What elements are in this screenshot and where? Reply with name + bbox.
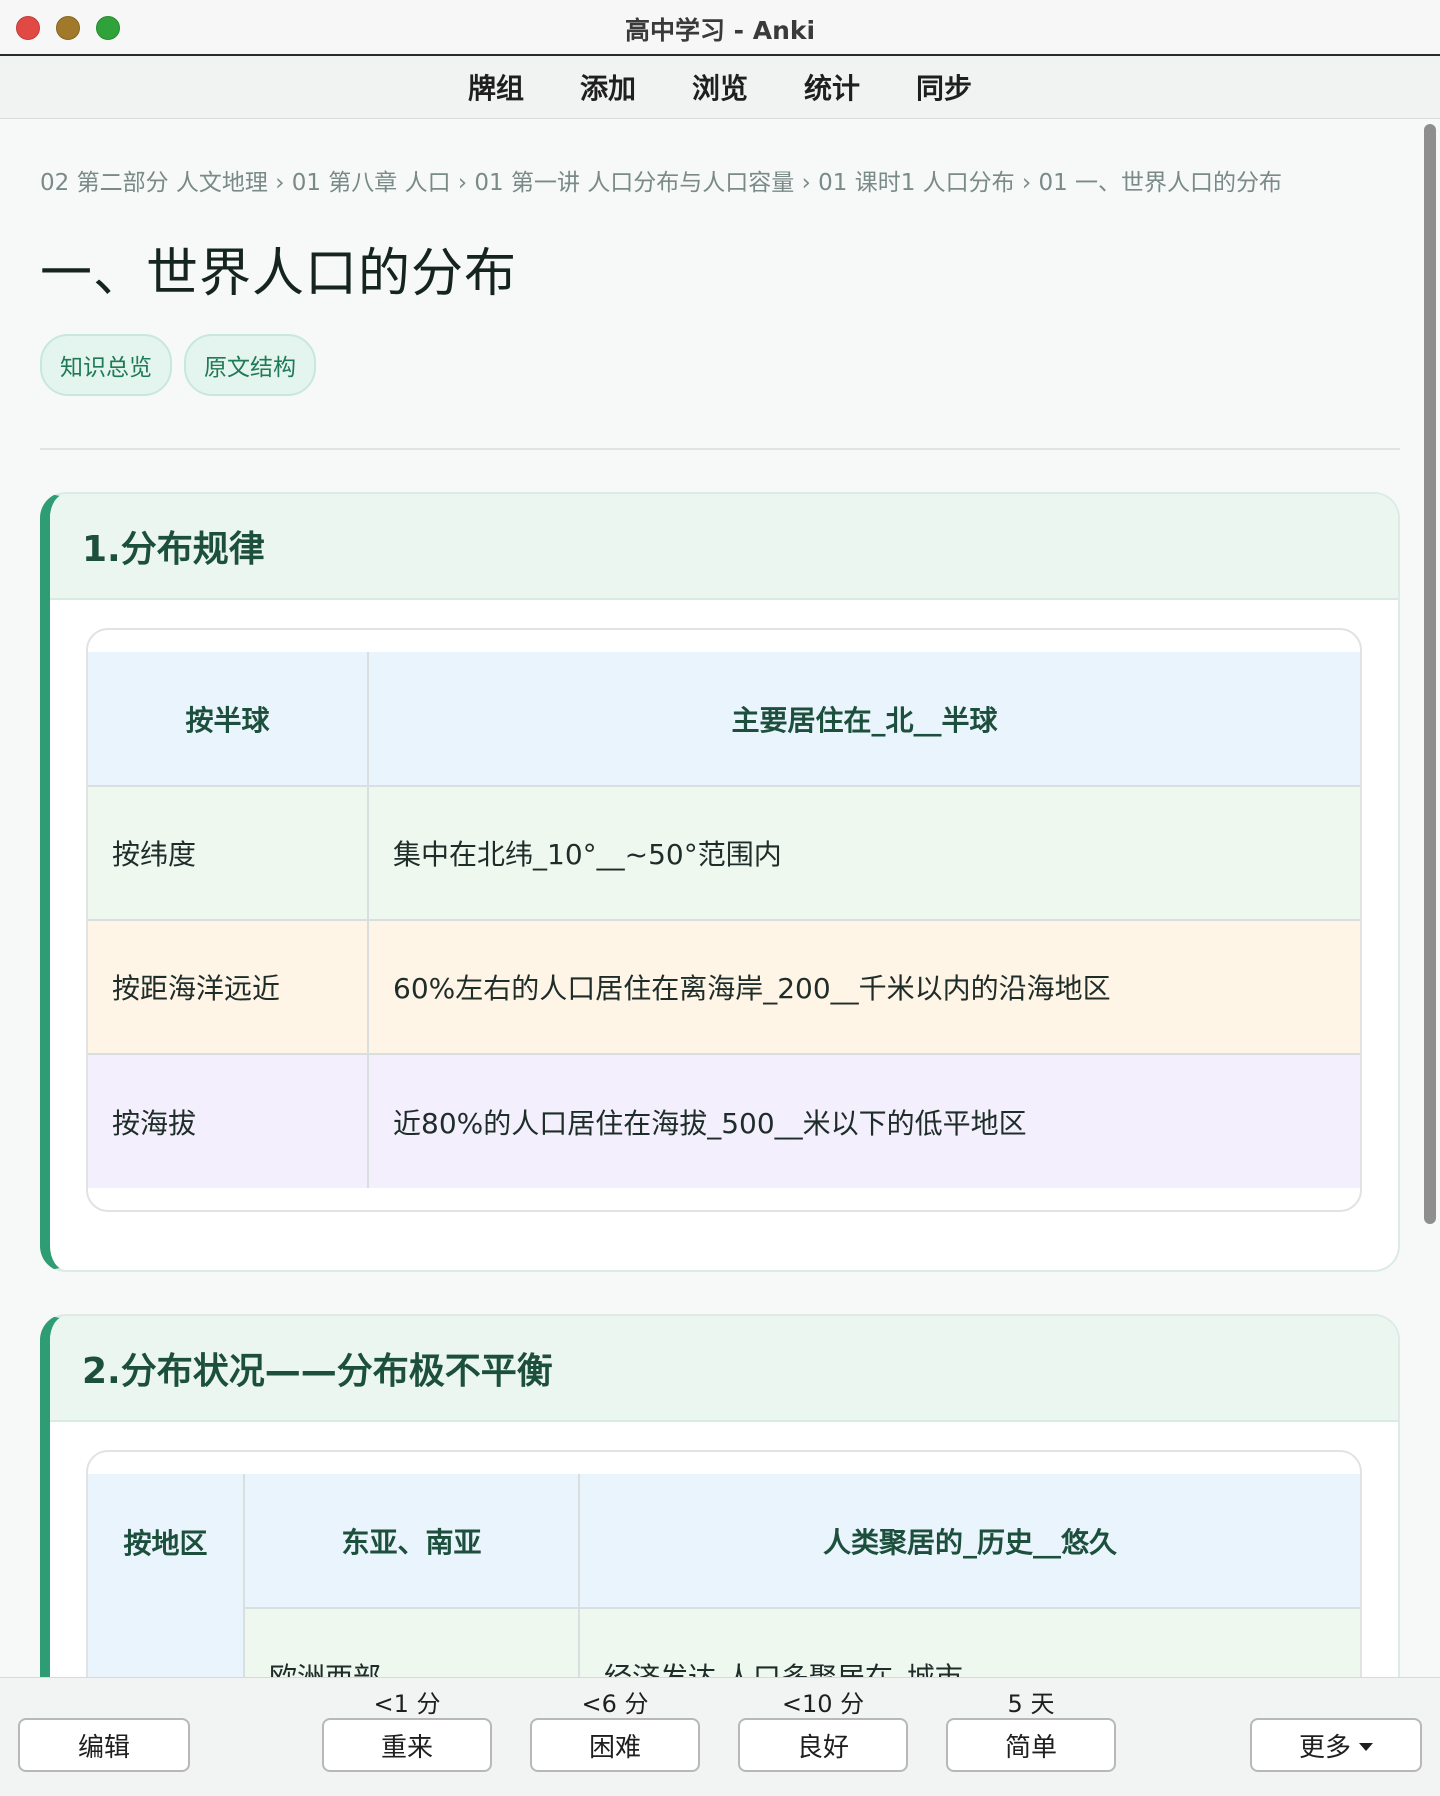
table-cell: 欧洲西部、 xyxy=(244,1608,580,1677)
table-row: 按距海洋远近 60%左右的人口居住在离海岸_200__千米以内的沿海地区 xyxy=(88,920,1360,1055)
table-container: 按半球 主要居住在_北__半球 按纬度 集中在北纬_10°__~50°范围内 按… xyxy=(86,628,1362,1212)
rules-table: 按半球 主要居住在_北__半球 按纬度 集中在北纬_10°__~50°范围内 按… xyxy=(88,652,1360,1188)
hard-button[interactable]: 困难 xyxy=(530,1718,700,1772)
status-table: 按地区 东亚、南亚 人类聚居的_历史__悠久 欧洲西部、 经济发达,人口多聚居在… xyxy=(88,1474,1360,1677)
section-header: 1.分布规律 xyxy=(50,494,1398,600)
good-button[interactable]: 良好 xyxy=(738,1718,908,1772)
section-distribution-rules: 1.分布规律 按半球 主要居住在_北__半球 按纬度 集中在北纬_10°__~5… xyxy=(40,492,1400,1272)
due-hard: <6 分 xyxy=(581,1690,649,1718)
toolbar-decks[interactable]: 牌组 xyxy=(468,67,524,107)
table-cell: 近80%的人口居住在海拔_500__米以下的低平地区 xyxy=(368,1054,1360,1188)
table-cell: 60%左右的人口居住在离海岸_200__千米以内的沿海地区 xyxy=(368,920,1360,1055)
table-cell: 按纬度 xyxy=(88,786,369,921)
section-title: 2.分布状况——分布极不平衡 xyxy=(82,1351,553,1392)
section-body: 按半球 主要居住在_北__半球 按纬度 集中在北纬_10°__~50°范围内 按… xyxy=(50,600,1398,1270)
table-header-cell: 按半球 xyxy=(88,652,369,787)
table-header-cell: 东亚、南亚 xyxy=(244,1474,580,1609)
table-cell: 经济发达,人口多聚居在_城市__ xyxy=(579,1608,1360,1677)
hard-button-label: 困难 xyxy=(588,1732,641,1763)
tag-structure[interactable]: 原文结构 xyxy=(184,334,316,396)
easy-button[interactable]: 简单 xyxy=(946,1718,1116,1772)
section-title: 1.分布规律 xyxy=(82,529,265,570)
table-cell: 集中在北纬_10°__~50°范围内 xyxy=(368,786,1360,921)
table-header-row: 按半球 主要居住在_北__半球 xyxy=(88,652,1360,787)
section-body: 按地区 东亚、南亚 人类聚居的_历史__悠久 欧洲西部、 经济发达,人口多聚居在… xyxy=(50,1422,1398,1677)
more-button[interactable]: 更多 xyxy=(1250,1718,1422,1772)
toolbar-sync[interactable]: 同步 xyxy=(916,67,972,107)
again-button[interactable]: 重来 xyxy=(322,1718,492,1772)
table-cell: 按海拔 xyxy=(88,1054,369,1188)
table-group-cell: 按地区 xyxy=(88,1474,245,1677)
main-toolbar: 牌组 添加 浏览 统计 同步 xyxy=(0,56,1440,119)
table-row: 欧洲西部、 经济发达,人口多聚居在_城市__ xyxy=(88,1608,1360,1677)
edit-button[interactable]: 编辑 xyxy=(18,1718,190,1772)
section-header: 2.分布状况——分布极不平衡 xyxy=(50,1316,1398,1422)
due-again: <1 分 xyxy=(373,1690,441,1718)
answer-bar: <1 分 <6 分 <10 分 5 天 编辑 重来 困难 良好 简单 更多 xyxy=(0,1677,1440,1796)
more-button-label: 更多 xyxy=(1298,1732,1351,1763)
card-content: 02 第二部分 人文地理 › 01 第八章 人口 › 01 第一讲 人口分布与人… xyxy=(0,119,1424,1677)
chevron-down-icon xyxy=(1359,1743,1373,1751)
table-row: 按纬度 集中在北纬_10°__~50°范围内 xyxy=(88,786,1360,921)
good-button-label: 良好 xyxy=(796,1732,849,1763)
section-distribution-status: 2.分布状况——分布极不平衡 按地区 东亚、南亚 人类聚居的_历史__悠久 欧洲… xyxy=(40,1314,1400,1677)
table-container: 按地区 东亚、南亚 人类聚居的_历史__悠久 欧洲西部、 经济发达,人口多聚居在… xyxy=(86,1450,1362,1677)
table-header-cell: 主要居住在_北__半球 xyxy=(368,652,1360,787)
toolbar-browse[interactable]: 浏览 xyxy=(692,67,748,107)
divider xyxy=(40,448,1400,450)
tag-overview[interactable]: 知识总览 xyxy=(40,334,172,396)
page-title: 一、世界人口的分布 xyxy=(40,244,518,304)
window-title: 高中学习 - Anki xyxy=(624,16,816,45)
toolbar-add[interactable]: 添加 xyxy=(580,67,636,107)
easy-button-label: 简单 xyxy=(1004,1732,1057,1763)
edit-button-label: 编辑 xyxy=(77,1732,130,1763)
again-button-label: 重来 xyxy=(380,1732,433,1763)
due-good: <10 分 xyxy=(781,1690,865,1718)
toolbar-stats[interactable]: 统计 xyxy=(804,67,860,107)
scrollbar-thumb[interactable] xyxy=(1424,124,1436,1224)
table-header-cell: 人类聚居的_历史__悠久 xyxy=(579,1474,1360,1609)
breadcrumb: 02 第二部分 人文地理 › 01 第八章 人口 › 01 第一讲 人口分布与人… xyxy=(40,170,1283,196)
anki-window: 高中学习 - Anki 牌组 添加 浏览 统计 同步 02 第二部分 人文地理 … xyxy=(0,0,1440,1796)
table-row: 按海拔 近80%的人口居住在海拔_500__米以下的低平地区 xyxy=(88,1054,1360,1188)
tag-list: 知识总览 原文结构 xyxy=(40,334,1384,396)
title-bar: 高中学习 - Anki xyxy=(0,0,1440,56)
due-easy: 5 天 xyxy=(1007,1690,1055,1718)
table-cell: 按距海洋远近 xyxy=(88,920,369,1055)
table-header-row: 按地区 东亚、南亚 人类聚居的_历史__悠久 xyxy=(88,1474,1360,1677)
